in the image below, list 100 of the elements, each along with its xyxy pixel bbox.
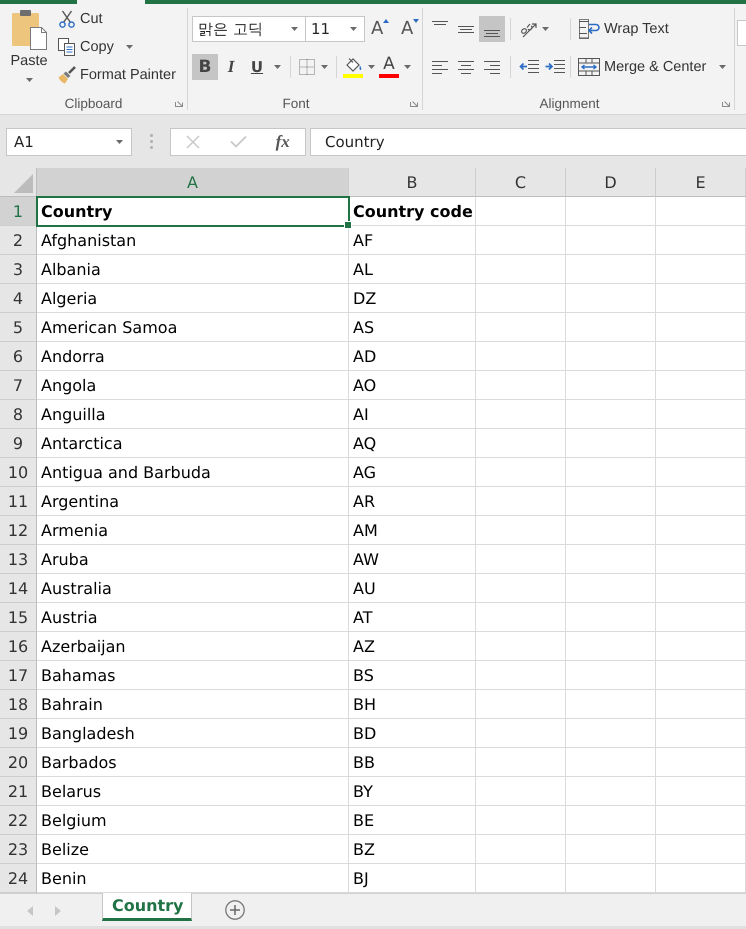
table-cell: AF bbox=[349, 226, 476, 255]
dialog-launcher-icon[interactable] bbox=[410, 99, 418, 107]
font-size-field[interactable]: 11 bbox=[305, 16, 365, 42]
table-cell: Andorra bbox=[37, 342, 349, 371]
table-cell: Belize bbox=[37, 835, 349, 864]
shrink-font-button[interactable]: A bbox=[401, 16, 425, 42]
column-header[interactable]: C bbox=[476, 168, 566, 197]
caret-icon bbox=[126, 45, 133, 49]
row-header[interactable]: 21 bbox=[0, 777, 37, 806]
column-header[interactable]: D bbox=[566, 168, 656, 197]
row-header[interactable]: 16 bbox=[0, 632, 37, 661]
clipboard-icon bbox=[11, 9, 47, 50]
table-cell: AS bbox=[349, 313, 476, 342]
table-cell: Country bbox=[37, 197, 349, 226]
merge-center-button[interactable]: Merge & Center bbox=[574, 54, 726, 80]
caret-icon bbox=[719, 65, 726, 69]
copy-icon bbox=[58, 38, 76, 56]
row-header[interactable]: 20 bbox=[0, 748, 37, 777]
row-header[interactable]: 9 bbox=[0, 429, 37, 458]
fill-handle[interactable] bbox=[344, 221, 352, 229]
row-header[interactable]: 18 bbox=[0, 690, 37, 719]
paint-bucket-icon bbox=[344, 56, 362, 72]
italic-button[interactable]: I bbox=[218, 54, 244, 80]
paste-button[interactable]: Paste bbox=[7, 4, 51, 90]
paintbrush-icon bbox=[58, 66, 76, 84]
table-cell: Angola bbox=[37, 371, 349, 400]
formula-field[interactable]: Country bbox=[310, 128, 746, 156]
caret-icon bbox=[542, 27, 549, 31]
caret-icon bbox=[116, 140, 123, 144]
table-cell: AO bbox=[349, 371, 476, 400]
row-header[interactable]: 13 bbox=[0, 545, 37, 574]
wrap-text-button[interactable]: Wrap Text bbox=[574, 16, 669, 42]
caret-icon bbox=[350, 27, 357, 31]
format-painter-button[interactable]: Format Painter bbox=[56, 61, 176, 89]
check-icon bbox=[230, 135, 246, 148]
row-header[interactable]: 6 bbox=[0, 342, 37, 371]
table-cell: BD bbox=[349, 719, 476, 748]
row-header[interactable]: 17 bbox=[0, 661, 37, 690]
table-cell: AT bbox=[349, 603, 476, 632]
table-cell: BH bbox=[349, 690, 476, 719]
row-header[interactable]: 3 bbox=[0, 255, 37, 284]
row-header[interactable]: 24 bbox=[0, 864, 37, 893]
table-cell: AR bbox=[349, 487, 476, 516]
row-header[interactable]: 15 bbox=[0, 603, 37, 632]
scissors-icon bbox=[58, 10, 76, 28]
bold-button[interactable]: B bbox=[192, 54, 218, 80]
row-header[interactable]: 23 bbox=[0, 835, 37, 864]
row-header[interactable]: 8 bbox=[0, 400, 37, 429]
dialog-launcher-icon[interactable] bbox=[722, 99, 730, 107]
table-cell: Barbados bbox=[37, 748, 349, 777]
group-label: Font bbox=[282, 96, 310, 110]
font-color-button[interactable]: A bbox=[378, 54, 400, 80]
table-cell: Country code bbox=[349, 197, 476, 226]
row-header[interactable]: 5 bbox=[0, 313, 37, 342]
align-bottom-button[interactable] bbox=[479, 16, 505, 42]
table-cell: Afghanistan bbox=[37, 226, 349, 255]
caret-icon bbox=[404, 65, 410, 69]
row-header[interactable]: 10 bbox=[0, 458, 37, 487]
table-cell: BE bbox=[349, 806, 476, 835]
column-header[interactable]: E bbox=[656, 168, 746, 197]
table-cell: AM bbox=[349, 516, 476, 545]
table-cell: Belarus bbox=[37, 777, 349, 806]
table-cell: Algeria bbox=[37, 284, 349, 313]
row-header[interactable]: 11 bbox=[0, 487, 37, 516]
font-name-field[interactable]: 맑은 고딕 bbox=[192, 16, 306, 42]
table-cell: AD bbox=[349, 342, 476, 371]
dialog-launcher-icon[interactable] bbox=[175, 99, 183, 107]
row-header[interactable]: 22 bbox=[0, 806, 37, 835]
grip-icon[interactable] bbox=[150, 134, 153, 149]
table-cell: American Samoa bbox=[37, 313, 349, 342]
table-cell: BZ bbox=[349, 835, 476, 864]
name-box[interactable]: A1 bbox=[6, 128, 132, 156]
column-header[interactable]: B bbox=[349, 168, 476, 197]
row-header[interactable]: 7 bbox=[0, 371, 37, 400]
cut-button[interactable]: Cut bbox=[56, 5, 176, 33]
align-left-icon bbox=[432, 60, 448, 74]
add-sheet-icon[interactable] bbox=[225, 900, 246, 920]
table-cell: AI bbox=[349, 400, 476, 429]
close-icon bbox=[186, 134, 200, 148]
grow-font-button[interactable]: A bbox=[371, 16, 395, 42]
row-header[interactable]: 12 bbox=[0, 516, 37, 545]
increase-indent-icon bbox=[545, 59, 565, 75]
row-header[interactable]: 19 bbox=[0, 719, 37, 748]
sheet-tab[interactable]: Country bbox=[102, 893, 192, 921]
underline-button[interactable]: U bbox=[244, 54, 270, 80]
triangle-icon bbox=[14, 174, 33, 193]
table-cell: Bangladesh bbox=[37, 719, 349, 748]
copy-button[interactable]: Copy bbox=[56, 33, 176, 61]
row-header[interactable]: 14 bbox=[0, 574, 37, 603]
table-cell: AL bbox=[349, 255, 476, 284]
caret-up-icon bbox=[383, 19, 390, 23]
table-cell: Antigua and Barbuda bbox=[37, 458, 349, 487]
caret-down-icon bbox=[413, 19, 420, 23]
table-cell: Antarctica bbox=[37, 429, 349, 458]
column-header[interactable]: A bbox=[37, 168, 349, 197]
table-cell: Argentina bbox=[37, 487, 349, 516]
row-header[interactable]: 4 bbox=[0, 284, 37, 313]
row-header[interactable]: 1 bbox=[0, 197, 37, 226]
table-cell: Bahrain bbox=[37, 690, 349, 719]
row-header[interactable]: 2 bbox=[0, 226, 37, 255]
